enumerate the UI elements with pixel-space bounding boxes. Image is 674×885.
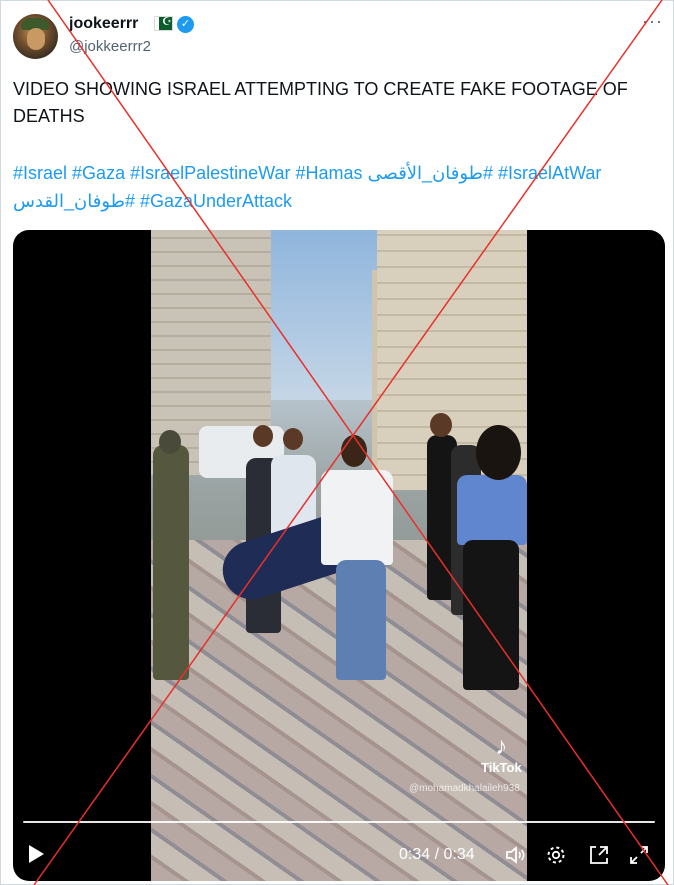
hashtag-link[interactable]: #Israel [13, 163, 67, 183]
video-progress-bar[interactable] [23, 821, 655, 823]
hashtag-list: #Israel #Gaza #IsraelPalestineWar #Hamas… [13, 159, 668, 215]
video-person-head [253, 425, 273, 447]
pip-icon[interactable] [587, 843, 611, 867]
verified-badge-icon: ✓ [177, 16, 194, 33]
settings-icon[interactable] [544, 843, 568, 867]
video-person-head [283, 428, 303, 450]
tiktok-watermark-user: @mohamadkhalaileh938 [409, 783, 520, 794]
tweet-card[interactable]: jookeerrr ☪ ✓ @jokkeerrr2 ··· VIDEO SHOW… [0, 0, 674, 885]
tiktok-watermark-label: TikTok [481, 760, 522, 775]
hashtag-link[interactable]: #Hamas [296, 163, 363, 183]
tweet-text: VIDEO SHOWING ISRAEL ATTEMPTING TO CREAT… [13, 79, 628, 126]
video-person-head [476, 425, 521, 480]
video-person-head [341, 435, 367, 467]
hashtag-link[interactable]: #طوفان_الأقصى [368, 163, 493, 183]
video-person-head [430, 413, 452, 437]
hashtag-link[interactable]: #طوفان_القدس [13, 191, 135, 211]
video-person [457, 475, 527, 545]
video-person [463, 540, 519, 690]
pakistan-flag-icon: ☪ [154, 16, 173, 31]
video-person [321, 470, 393, 565]
video-person-head [159, 430, 181, 454]
hashtag-link[interactable]: #GazaUnderAttack [140, 191, 292, 211]
video-controls: 0:34 / 0:34 [13, 830, 665, 881]
avatar[interactable] [13, 14, 58, 59]
author-display-name[interactable]: jookeerrr [69, 15, 138, 33]
video-person [153, 445, 189, 680]
video-time: 0:34 / 0:34 [399, 846, 475, 863]
tiktok-watermark: ♪ TikTok [481, 733, 522, 776]
hashtag-link[interactable]: #IsraelPalestineWar [130, 163, 290, 183]
crescent-icon: ☪ [162, 16, 172, 28]
tiktok-logo-icon: ♪ [495, 733, 508, 760]
video-person [336, 560, 386, 680]
hashtag-link[interactable]: #IsraelAtWar [498, 163, 601, 183]
hashtag-link[interactable]: #Gaza [72, 163, 125, 183]
fullscreen-icon[interactable] [627, 843, 651, 867]
play-icon[interactable] [29, 845, 44, 863]
avatar-face-shape [27, 28, 45, 50]
author-handle[interactable]: @jokkeerrr2 [69, 38, 151, 55]
volume-icon[interactable] [503, 843, 527, 867]
video-player[interactable]: ♪ TikTok @mohamadkhalaileh938 0:34 / 0:3… [13, 230, 665, 881]
more-options-icon[interactable]: ··· [642, 11, 663, 32]
video-frame[interactable]: ♪ TikTok @mohamadkhalaileh938 [151, 230, 527, 881]
